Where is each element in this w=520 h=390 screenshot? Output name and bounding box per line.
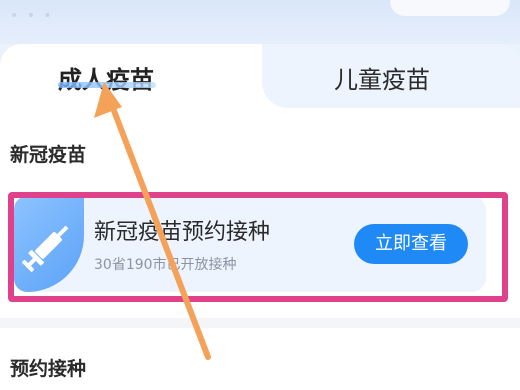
annotation-arrow <box>94 82 211 360</box>
arrow-shaft <box>105 92 211 360</box>
